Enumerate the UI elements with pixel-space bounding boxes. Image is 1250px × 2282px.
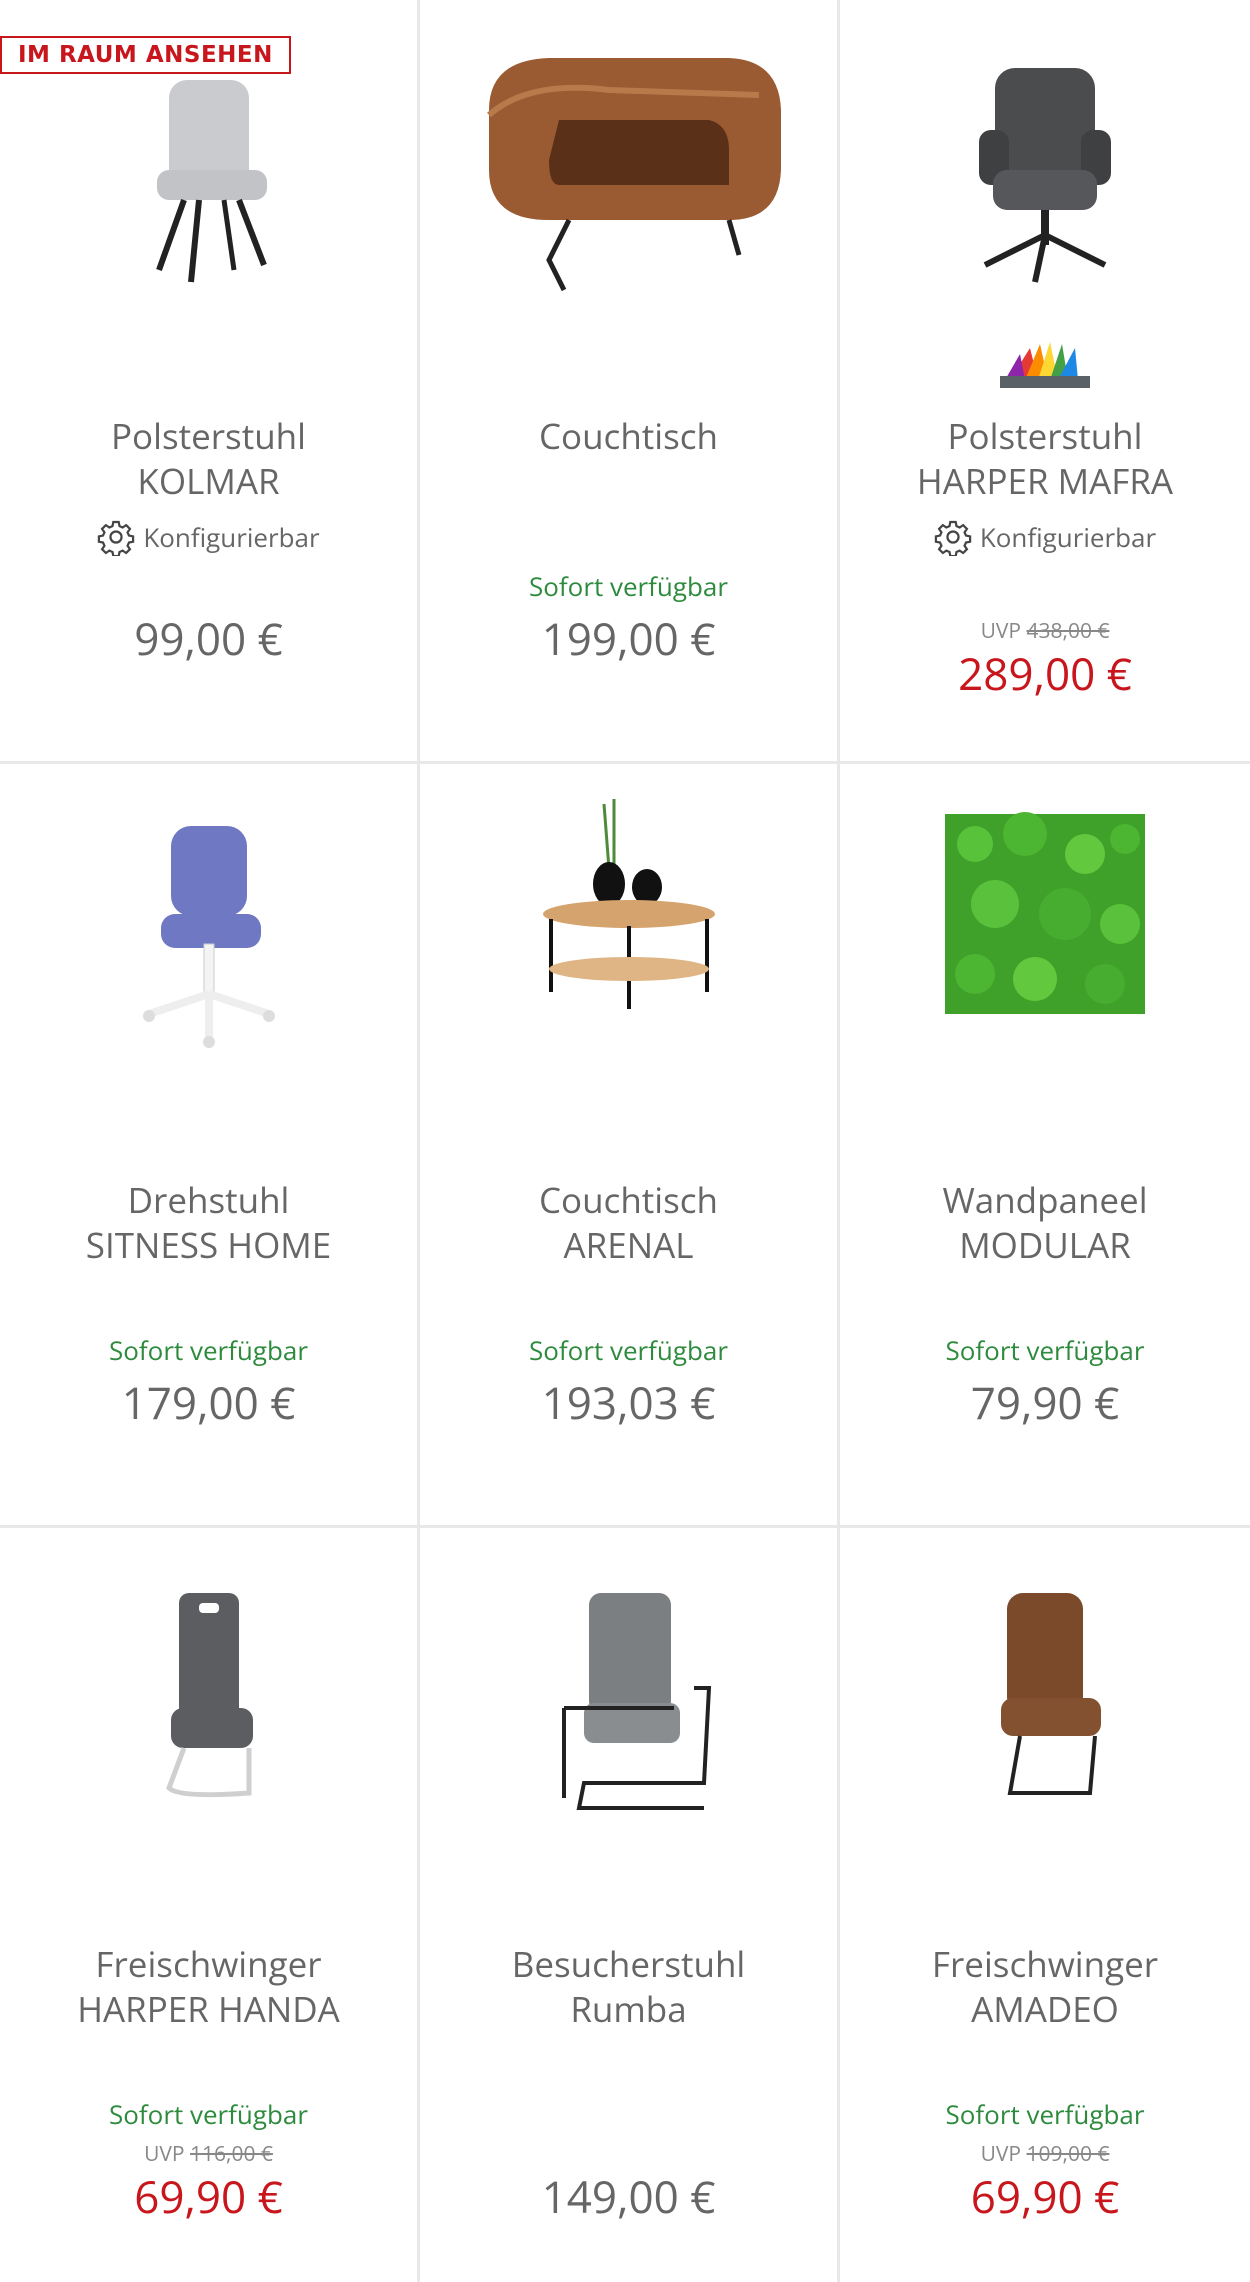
price: 199,00 € — [541, 608, 716, 668]
uvp-price: UVP 109,00 € — [980, 2140, 1110, 2168]
product-title[interactable]: Polsterstuhl KOLMAR — [0, 414, 417, 504]
product-title[interactable]: Wandpaneel MODULAR — [840, 1178, 1250, 1268]
price: 79,90 € — [970, 1372, 1120, 1432]
configurable-label: Konfigurierbar — [840, 518, 1250, 556]
product-card[interactable]: Freischwinger HARPER HANDA Sofort verfüg… — [0, 1528, 420, 2282]
price: 149,00 € — [541, 2166, 716, 2226]
old-price: 116,00 € — [190, 2140, 273, 2168]
product-card[interactable]: Freischwinger AMADEO Sofort verfügbar UV… — [840, 1528, 1250, 2282]
product-image[interactable] — [420, 20, 837, 320]
gear-icon — [98, 520, 135, 556]
product-image[interactable] — [0, 20, 417, 320]
product-grid: IM RAUM ANSEHEN Polsterstuhl KOLMAR Konf… — [0, 0, 1250, 2282]
old-price: 109,00 € — [1026, 2140, 1110, 2168]
configurable-label: Konfigurierbar — [0, 518, 417, 556]
color-swatch-icon — [1000, 342, 1090, 388]
configurable-text: Konfigurierbar — [979, 519, 1157, 555]
product-card[interactable]: Couchtisch ARENAL Sofort verfügbar 193,0… — [420, 764, 840, 1528]
product-title[interactable]: Freischwinger HARPER HANDA — [0, 1942, 417, 2032]
uvp-price: UVP 438,00 € — [980, 617, 1110, 645]
sale-price: 69,90 € — [970, 2166, 1120, 2226]
product-image[interactable] — [0, 1548, 417, 1848]
sale-price: 69,90 € — [134, 2166, 283, 2226]
availability-label: Sofort verfügbar — [109, 2096, 308, 2132]
product-card[interactable]: Polsterstuhl HARPER MAFRA Konfigurierbar… — [840, 0, 1250, 764]
product-card[interactable]: Drehstuhl SITNESS HOME Sofort verfügbar … — [0, 764, 420, 1528]
product-card[interactable]: Wandpaneel MODULAR Sofort verfügbar 79,9… — [840, 764, 1250, 1528]
product-image[interactable] — [840, 20, 1250, 320]
product-card[interactable]: IM RAUM ANSEHEN Polsterstuhl KOLMAR Konf… — [0, 0, 420, 764]
availability-label: Sofort verfügbar — [529, 568, 728, 604]
uvp-price: UVP 116,00 € — [144, 2140, 273, 2168]
product-title[interactable]: Besucherstuhl Rumba — [420, 1942, 837, 2032]
configurable-text: Konfigurierbar — [143, 519, 320, 555]
product-title[interactable]: Freischwinger AMADEO — [840, 1942, 1250, 2032]
price: 99,00 € — [134, 608, 283, 668]
product-card[interactable]: Besucherstuhl Rumba 149,00 € — [420, 1528, 840, 2282]
product-title[interactable]: Couchtisch ARENAL — [420, 1178, 837, 1268]
availability-label: Sofort verfügbar — [529, 1332, 728, 1368]
product-title[interactable]: Couchtisch — [420, 414, 837, 459]
product-card[interactable]: Couchtisch Sofort verfügbar 199,00 € — [420, 0, 840, 764]
product-title[interactable]: Drehstuhl SITNESS HOME — [0, 1178, 417, 1268]
availability-label: Sofort verfügbar — [109, 1332, 308, 1368]
price: 193,03 € — [541, 1372, 716, 1432]
availability-label: Sofort verfügbar — [945, 2096, 1145, 2132]
product-image[interactable] — [840, 1548, 1250, 1848]
price: 179,00 € — [121, 1372, 296, 1432]
sale-price: 289,00 € — [958, 643, 1132, 703]
product-image[interactable] — [420, 784, 837, 1084]
availability-label: Sofort verfügbar — [945, 1332, 1145, 1368]
gear-icon — [934, 520, 972, 556]
product-image[interactable] — [0, 784, 417, 1084]
product-image[interactable] — [840, 784, 1250, 1084]
old-price: 438,00 € — [1026, 617, 1110, 645]
product-title[interactable]: Polsterstuhl HARPER MAFRA — [840, 414, 1250, 504]
product-image[interactable] — [420, 1548, 837, 1848]
